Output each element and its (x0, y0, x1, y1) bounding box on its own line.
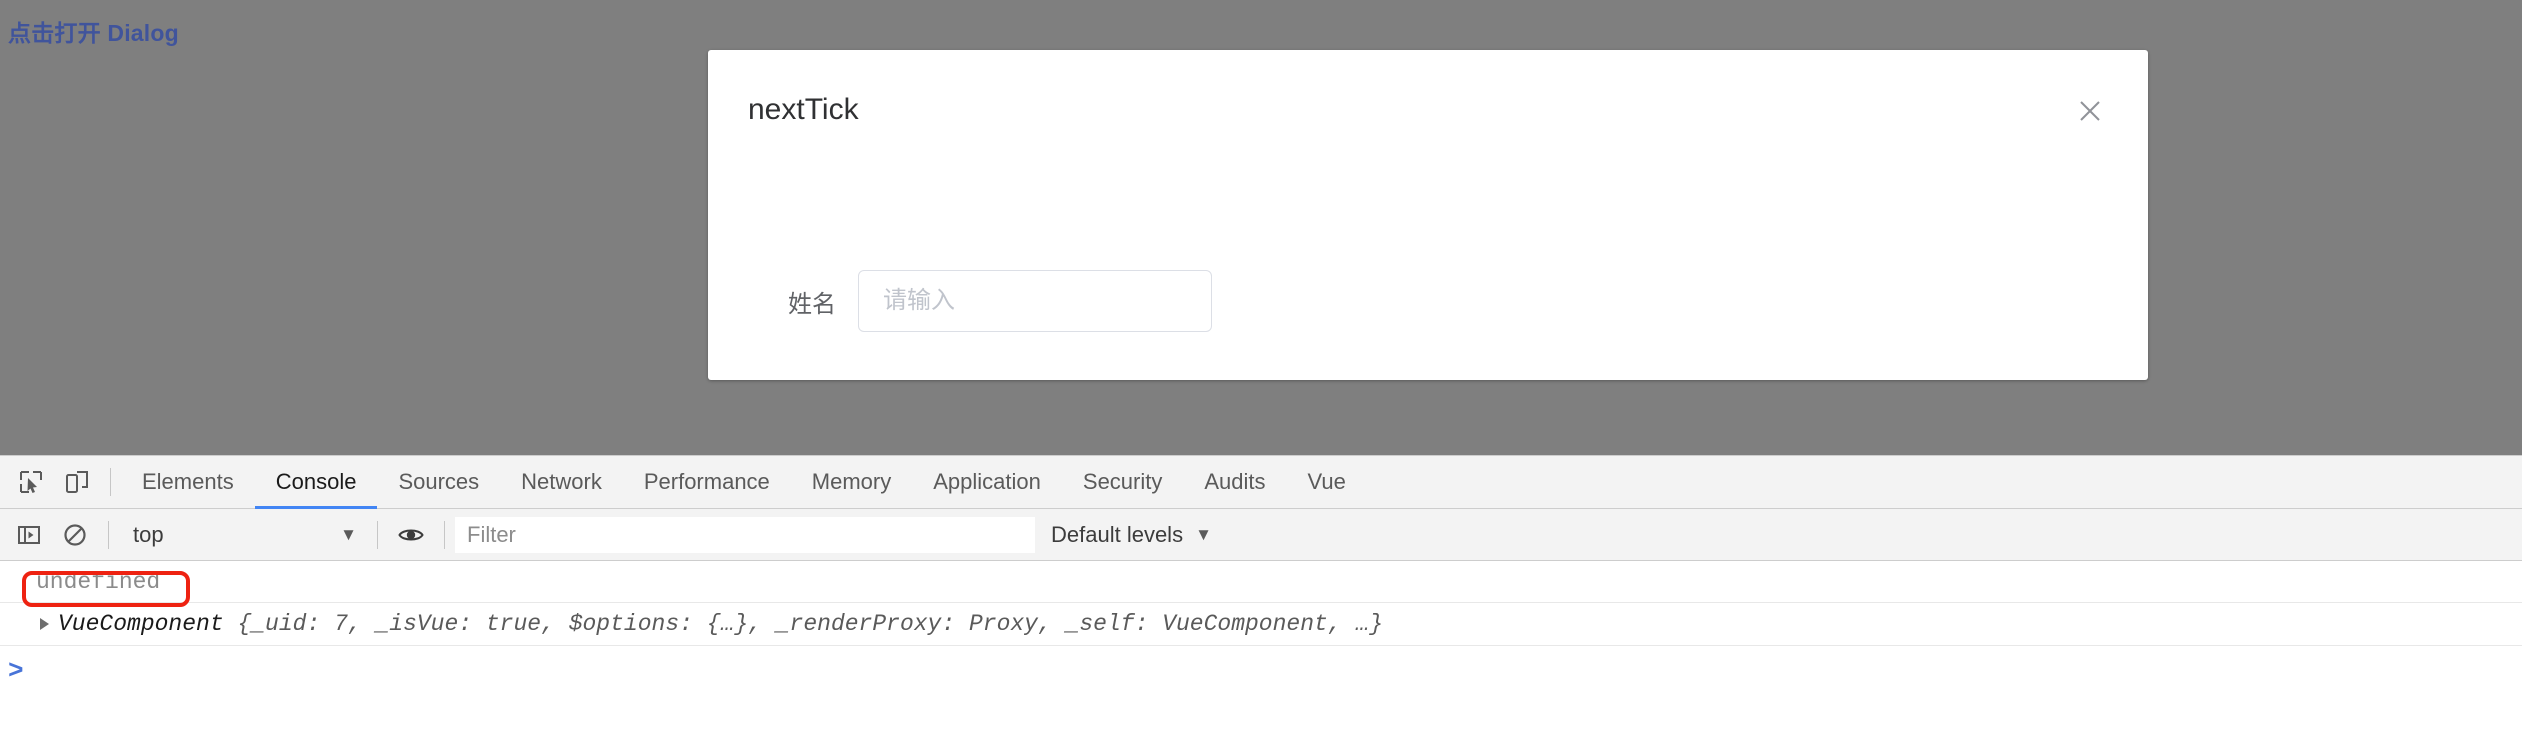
console-result-row[interactable]: undefined (0, 561, 2522, 603)
toolbar-divider-3 (444, 520, 445, 549)
tab-security[interactable]: Security (1062, 456, 1183, 509)
tab-network[interactable]: Network (500, 456, 623, 509)
clear-console-icon[interactable] (52, 513, 98, 557)
tab-performance[interactable]: Performance (623, 456, 791, 509)
log-levels-value: Default levels (1051, 521, 1184, 547)
toolbar-divider-1 (108, 520, 109, 549)
console-result-text: undefined (36, 568, 161, 595)
dialog-header: nextTick (708, 50, 2148, 150)
tab-console[interactable]: Console (254, 456, 378, 509)
tab-memory[interactable]: Memory (791, 456, 912, 509)
dialog-title: nextTick (748, 93, 859, 126)
tab-elements[interactable]: Elements (121, 456, 255, 509)
console-sidebar-icon[interactable] (6, 513, 52, 557)
console-toolbar: top ▼ Default levels ▼ (0, 509, 2522, 561)
object-constructor-name: VueComponent (58, 611, 224, 637)
execution-context-select[interactable]: top ▼ (119, 515, 367, 555)
name-form-row: 姓名 (748, 270, 1212, 332)
execution-context-value: top (133, 521, 164, 547)
tab-application[interactable]: Application (912, 456, 1062, 509)
name-input[interactable] (858, 270, 1212, 332)
log-levels-select[interactable]: Default levels ▼ (1051, 522, 1212, 548)
tab-audits[interactable]: Audits (1183, 456, 1286, 509)
screen-root: 点击打开 Dialog nextTick 姓名 请输入 Elements Con… (0, 0, 2522, 750)
close-icon[interactable] (2074, 95, 2106, 127)
inspect-element-icon[interactable] (8, 460, 54, 504)
eye-icon[interactable] (388, 513, 434, 557)
tab-sources[interactable]: Sources (377, 456, 500, 509)
devtools-tab-list: Elements Console Sources Network Perform… (121, 456, 1367, 509)
expand-triangle-icon[interactable] (40, 618, 49, 630)
chevron-down-icon: ▼ (340, 525, 357, 544)
page-region: 点击打开 Dialog nextTick 姓名 (0, 0, 2522, 455)
tab-vue[interactable]: Vue (1287, 456, 1367, 509)
devtools-panel: Elements Console Sources Network Perform… (0, 455, 2522, 750)
prompt-caret-icon: > (8, 656, 24, 686)
object-preview: {_uid: 7, _isVue: true, $options: {…}, _… (223, 611, 1384, 637)
name-field-label: 姓名 (788, 290, 836, 318)
chevron-down-icon-levels: ▼ (1195, 525, 1212, 544)
device-toolbar-icon[interactable] (54, 460, 100, 504)
console-object-row[interactable]: VueComponent {_uid: 7, _isVue: true, $op… (0, 603, 2522, 646)
console-filter-input[interactable] (455, 516, 1035, 553)
console-prompt-row[interactable]: > (0, 646, 2522, 696)
toolbar-divider-2 (377, 520, 378, 549)
devtools-tabbar: Elements Console Sources Network Perform… (0, 456, 2522, 509)
open-dialog-link[interactable]: 点击打开 Dialog (8, 14, 179, 48)
tabbar-divider (110, 468, 111, 496)
console-object-text: VueComponent {_uid: 7, _isVue: true, $op… (58, 611, 1383, 637)
next-tick-dialog: nextTick 姓名 (708, 50, 2148, 380)
console-output: undefined VueComponent {_uid: 7, _isVue:… (0, 561, 2522, 696)
